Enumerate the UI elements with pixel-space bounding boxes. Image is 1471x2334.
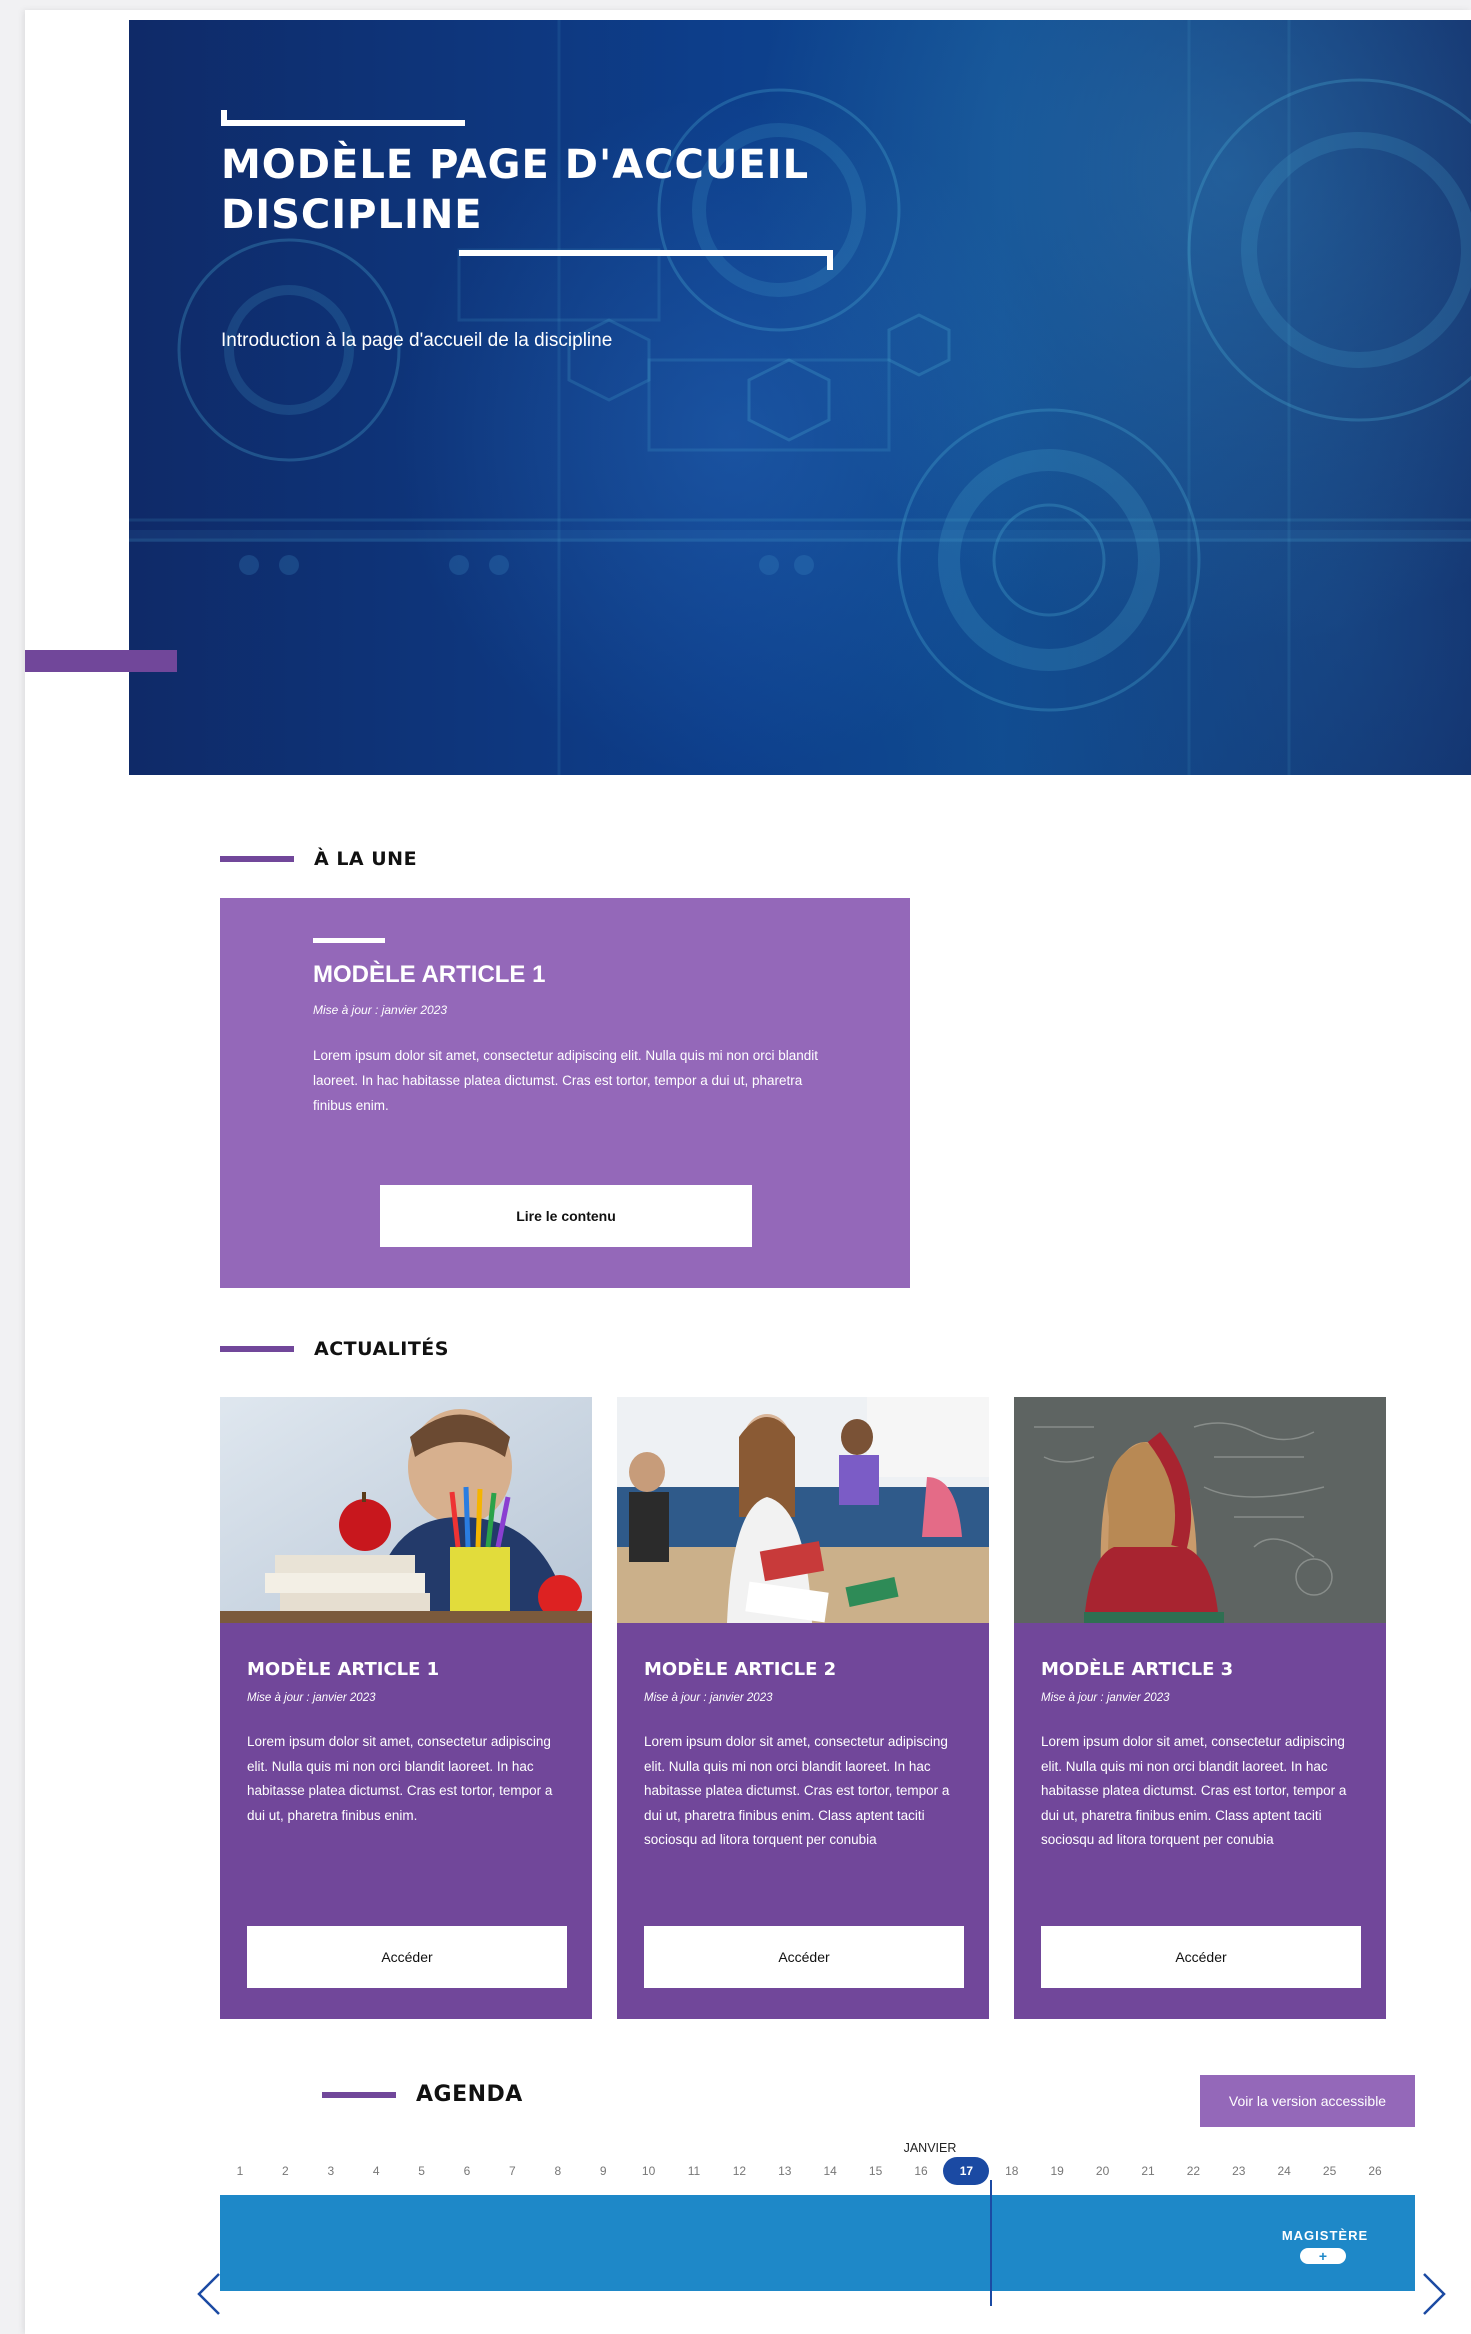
agenda-day[interactable]: 2 bbox=[265, 2157, 305, 2185]
agenda-day[interactable]: 21 bbox=[1128, 2157, 1168, 2185]
news-card-text: Lorem ipsum dolor sit amet, consectetur … bbox=[1041, 1734, 1347, 1847]
agenda-day[interactable]: 22 bbox=[1173, 2157, 1213, 2185]
news-card-image bbox=[1014, 1397, 1386, 1623]
agenda-day[interactable]: 14 bbox=[810, 2157, 850, 2185]
agenda-day[interactable]: 10 bbox=[629, 2157, 669, 2185]
hero-title-line1: MODÈLE PAGE D'ACCUEIL bbox=[221, 142, 810, 188]
agenda-event-expand-button[interactable]: + bbox=[1300, 2248, 1346, 2264]
chevron-right-icon[interactable] bbox=[1420, 2270, 1448, 2318]
agenda-day[interactable]: 23 bbox=[1219, 2157, 1259, 2185]
news-card-1: MODÈLE ARTICLE 1 Mise à jour : janvier 2… bbox=[220, 1397, 592, 2019]
section-accent-bar bbox=[220, 856, 294, 862]
news-card-date: Mise à jour : janvier 2023 bbox=[1041, 1692, 1170, 1704]
agenda-day[interactable]: 11 bbox=[674, 2157, 714, 2185]
section-heading-a-la-une: À LA UNE bbox=[220, 848, 417, 870]
card-accent-line bbox=[313, 938, 385, 943]
news-image-chalkboard bbox=[1014, 1397, 1386, 1623]
purple-accent-tab bbox=[25, 650, 177, 672]
section-heading-agenda: AGENDA bbox=[322, 2082, 523, 2107]
hero-title: MODÈLE PAGE D'ACCUEIL DISCIPLINE bbox=[221, 140, 921, 240]
agenda-day[interactable]: 3 bbox=[311, 2157, 351, 2185]
section-title: AGENDA bbox=[416, 2082, 523, 2107]
agenda-day[interactable]: 4 bbox=[356, 2157, 396, 2185]
agenda-event-label[interactable]: MAGISTÈRE bbox=[1270, 2228, 1380, 2243]
news-card-2: MODÈLE ARTICLE 2 Mise à jour : janvier 2… bbox=[617, 1397, 989, 2019]
hero-decor-line-bottom bbox=[459, 250, 833, 270]
agenda-day[interactable]: 20 bbox=[1083, 2157, 1123, 2185]
news-card-image bbox=[220, 1397, 592, 1623]
agenda-day[interactable]: 16 bbox=[901, 2157, 941, 2185]
agenda-today-marker bbox=[990, 2180, 992, 2306]
chevron-left-icon[interactable] bbox=[195, 2270, 223, 2318]
section-accent-bar bbox=[220, 1346, 294, 1352]
news-card-3: MODÈLE ARTICLE 3 Mise à jour : janvier 2… bbox=[1014, 1397, 1386, 2019]
agenda-day[interactable]: 9 bbox=[583, 2157, 623, 2185]
news-card-text: Lorem ipsum dolor sit amet, consectetur … bbox=[644, 1734, 950, 1847]
accessible-version-button[interactable]: Voir la version accessible bbox=[1200, 2075, 1415, 2127]
agenda-month-label: JANVIER bbox=[903, 2141, 957, 2155]
agenda-day[interactable]: 25 bbox=[1310, 2157, 1350, 2185]
agenda-day[interactable]: 19 bbox=[1037, 2157, 1077, 2185]
read-content-button[interactable]: Lire le contenu bbox=[380, 1185, 752, 1247]
news-card-title: MODÈLE ARTICLE 1 bbox=[247, 1659, 440, 1680]
news-card-date: Mise à jour : janvier 2023 bbox=[247, 1692, 376, 1704]
hero-banner: MODÈLE PAGE D'ACCUEIL DISCIPLINE Introdu… bbox=[129, 20, 1471, 775]
news-card-text: Lorem ipsum dolor sit amet, consectetur … bbox=[247, 1734, 553, 1823]
news-image-boy-books bbox=[220, 1397, 592, 1623]
agenda-day[interactable]: 18 bbox=[992, 2157, 1032, 2185]
agenda-day[interactable]: 8 bbox=[538, 2157, 578, 2185]
agenda-day[interactable]: 13 bbox=[765, 2157, 805, 2185]
agenda-day[interactable]: 7 bbox=[492, 2157, 532, 2185]
section-title: À LA UNE bbox=[314, 848, 418, 870]
agenda-event-bar[interactable] bbox=[220, 2195, 1415, 2291]
featured-article-text: Lorem ipsum dolor sit amet, consectetur … bbox=[313, 1048, 818, 1113]
news-card-access-button[interactable]: Accéder bbox=[644, 1926, 964, 1988]
agenda-day[interactable]: 26 bbox=[1355, 2157, 1395, 2185]
hero-tech-background bbox=[129, 20, 1471, 775]
agenda-day[interactable]: 24 bbox=[1264, 2157, 1304, 2185]
news-card-date: Mise à jour : janvier 2023 bbox=[644, 1692, 773, 1704]
section-title: ACTUALITÉS bbox=[314, 1338, 449, 1360]
news-image-classroom bbox=[617, 1397, 989, 1623]
agenda-day-today[interactable]: 17 bbox=[943, 2157, 990, 2185]
agenda-day[interactable]: 1 bbox=[220, 2157, 260, 2185]
agenda-day[interactable]: 12 bbox=[719, 2157, 759, 2185]
news-card-image bbox=[617, 1397, 989, 1623]
news-card-access-button[interactable]: Accéder bbox=[1041, 1926, 1361, 1988]
hero-title-line2: DISCIPLINE bbox=[221, 192, 483, 238]
news-card-title: MODÈLE ARTICLE 2 bbox=[644, 1659, 837, 1680]
featured-article-date: Mise à jour : janvier 2023 bbox=[313, 1003, 448, 1017]
agenda-day[interactable]: 15 bbox=[856, 2157, 896, 2185]
section-accent-bar bbox=[322, 2091, 396, 2098]
featured-article-title: MODÈLE ARTICLE 1 bbox=[313, 961, 546, 988]
agenda-day[interactable]: 6 bbox=[447, 2157, 487, 2185]
hero-intro: Introduction à la page d'accueil de la d… bbox=[221, 330, 613, 351]
agenda-day[interactable]: 5 bbox=[402, 2157, 442, 2185]
news-card-access-button[interactable]: Accéder bbox=[247, 1926, 567, 1988]
section-heading-actualites: ACTUALITÉS bbox=[220, 1338, 449, 1360]
hero-decor-line-top bbox=[221, 110, 465, 126]
news-card-title: MODÈLE ARTICLE 3 bbox=[1041, 1659, 1234, 1680]
page: MODÈLE PAGE D'ACCUEIL DISCIPLINE Introdu… bbox=[25, 10, 1471, 2334]
featured-article-card: MODÈLE ARTICLE 1 Mise à jour : janvier 2… bbox=[220, 898, 910, 1288]
agenda-day-scale: 1 2 3 4 5 6 7 8 9 10 11 12 13 14 15 16 17 18 19 20 21 22 23 24 2… bbox=[220, 2157, 1410, 2189]
